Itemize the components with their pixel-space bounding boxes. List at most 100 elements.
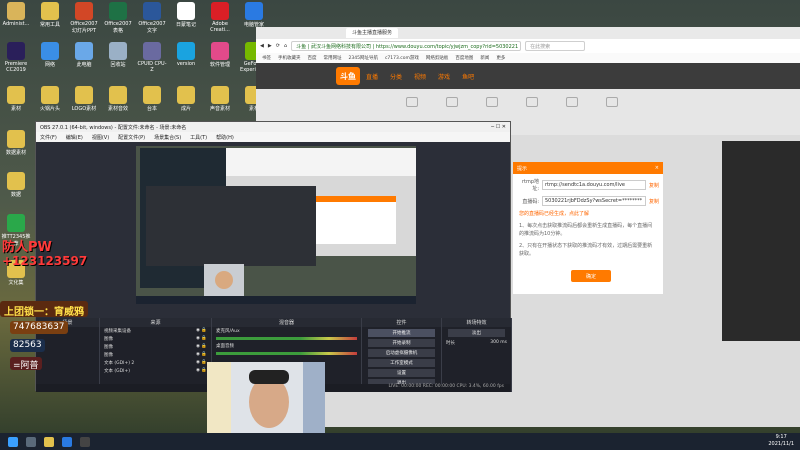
visibility-icon[interactable]: ◉ 🔒 xyxy=(196,336,207,342)
desktop-icon[interactable]: 回收站 xyxy=(102,42,134,68)
clock[interactable]: 9:17 2021/11/1 xyxy=(768,434,794,448)
desktop-icon[interactable]: 常用工具 xyxy=(34,2,66,28)
douyu-menu-icon[interactable] xyxy=(566,97,578,107)
obs-control-button[interactable]: 设置 xyxy=(368,369,435,377)
source-item[interactable]: 图像 ◉ 🔒 xyxy=(100,343,211,351)
obs-icon[interactable] xyxy=(80,436,90,447)
desktop-icon[interactable]: 成片 xyxy=(170,86,202,112)
douyu-nav-item[interactable]: 直播 xyxy=(366,72,378,81)
bookmark-item[interactable]: 网络剪贴板 xyxy=(426,55,449,61)
transition-select[interactable]: 淡出 xyxy=(448,329,505,337)
desktop-icon[interactable]: 台本 xyxy=(136,86,168,112)
desktop-icon[interactable]: 火锅片头 xyxy=(34,86,66,112)
desktop-icon[interactable]: Adobe Creati... xyxy=(204,2,236,33)
bookmark-item[interactable]: 新闻 xyxy=(480,55,489,61)
back-icon[interactable]: ◀ xyxy=(260,43,264,49)
desktop-icon[interactable]: 此电脑 xyxy=(68,42,100,68)
browser-tab[interactable]: 斗鱼主播直播服务 xyxy=(346,28,399,38)
copy-key-button[interactable]: 复制 xyxy=(649,198,659,205)
bookmark-item[interactable]: 更多 xyxy=(496,55,505,61)
douyu-nav-item[interactable]: 游戏 xyxy=(438,72,450,81)
desktop-icon[interactable]: CPUID CPU-Z xyxy=(136,42,168,73)
desktop-icon-label: 日蒙笔记 xyxy=(175,22,196,28)
obs-preview[interactable] xyxy=(136,146,416,304)
source-item[interactable]: 文本 (GDI+) 2 ◉ 🔒 xyxy=(100,359,211,367)
bookmark-item[interactable]: c7173.com游戏 xyxy=(385,55,419,61)
refresh-icon[interactable]: ⟳ xyxy=(276,43,280,49)
browser-icon[interactable] xyxy=(62,436,72,447)
visibility-icon[interactable]: ◉ 🔒 xyxy=(196,328,207,334)
source-item[interactable]: 图像 ◉ 🔒 xyxy=(100,335,211,343)
key-label: 直播码: xyxy=(522,198,539,205)
start-icon[interactable] xyxy=(8,436,18,447)
forward-icon[interactable]: ▶ xyxy=(268,43,272,49)
desktop-icon[interactable]: Office2007 文字 xyxy=(136,2,168,34)
duration-input[interactable]: 300 ms xyxy=(490,340,507,346)
obs-menu-item[interactable]: 配置文件(P) xyxy=(118,134,145,141)
desktop-icon[interactable]: 电脑管家 xyxy=(238,2,270,28)
dialog-warning[interactable]: 您的直播码已经生成，点此了解 xyxy=(519,210,657,218)
window-controls-icon[interactable]: ─ ☐ ✕ xyxy=(491,124,506,130)
obs-control-button[interactable]: 开始录制 xyxy=(368,339,435,347)
close-icon[interactable]: × xyxy=(655,165,659,171)
desktop-icon[interactable]: version xyxy=(170,42,202,67)
douyu-menu-icon[interactable] xyxy=(486,97,498,107)
desktop-icon-label: version xyxy=(176,61,196,67)
obs-menu-item[interactable]: 帮助(H) xyxy=(216,134,234,141)
desktop-icon[interactable]: 日蒙笔记 xyxy=(170,2,202,28)
search-icon[interactable] xyxy=(26,436,36,447)
obs-control-button[interactable]: 工作室模式 xyxy=(368,359,435,367)
douyu-nav-item[interactable]: 鱼吧 xyxy=(462,72,474,81)
source-item[interactable]: 图像 ◉ 🔒 xyxy=(100,351,211,359)
desktop-icon[interactable]: 数据素材 xyxy=(0,130,32,156)
obs-menu-item[interactable]: 视图(V) xyxy=(92,134,109,141)
douyu-nav-item[interactable]: 分类 xyxy=(390,72,402,81)
desktop-icon[interactable]: LOGO素材 xyxy=(68,86,100,112)
douyu-menu-icon[interactable] xyxy=(446,97,458,107)
visibility-icon[interactable]: ◉ 🔒 xyxy=(196,352,207,358)
search-input[interactable]: 在此搜索 xyxy=(525,41,586,51)
douyu-menu-icon[interactable] xyxy=(606,97,618,107)
douyu-menu-icon[interactable] xyxy=(526,97,538,107)
bookmark-item[interactable]: 百度地图 xyxy=(455,55,473,61)
home-icon[interactable]: ⌂ xyxy=(284,43,287,49)
obs-menu-item[interactable]: 编辑(E) xyxy=(66,134,83,141)
visibility-icon[interactable]: ◉ 🔒 xyxy=(196,368,207,374)
bookmark-item[interactable]: 百度 xyxy=(308,55,317,61)
desktop-icon[interactable]: Office2007 幻灯片PPT xyxy=(68,2,100,34)
source-item[interactable]: 视频采集设备 ◉ 🔒 xyxy=(100,327,211,335)
url-input[interactable]: 斗鱼 | 武汉斗鱼网络科技有限公司 | https://www.douyu.co… xyxy=(291,41,522,51)
obs-menu-item[interactable]: 工具(T) xyxy=(190,134,207,141)
desktop-icon[interactable]: 网络 xyxy=(34,42,66,68)
douyu-nav-item[interactable]: 视频 xyxy=(414,72,426,81)
obs-control-button[interactable]: 开始推流 xyxy=(368,329,435,337)
desktop-icon[interactable]: Administ... xyxy=(0,2,32,27)
desktop-icon[interactable]: 素材音效 xyxy=(102,86,134,112)
desktop-icon[interactable]: 声音素材 xyxy=(204,86,236,112)
explorer-icon[interactable] xyxy=(44,436,54,447)
desktop-icon[interactable]: 软件管理 xyxy=(204,42,236,68)
bookmark-item[interactable]: 常用网址 xyxy=(324,55,342,61)
obs-control-button[interactable]: 启动虚拟摄像机 xyxy=(368,349,435,357)
desktop-icon[interactable]: Office2007 表格 xyxy=(102,2,134,34)
desktop-icon[interactable]: 素材 xyxy=(0,86,32,112)
desktop-icon-label: Adobe Creati... xyxy=(210,21,230,33)
douyu-menu-icon[interactable] xyxy=(406,97,418,107)
copy-rtmp-button[interactable]: 复制 xyxy=(649,182,659,189)
rtmp-field[interactable]: rtmp://sendtc1a.douyu.com/live xyxy=(542,180,646,190)
desktop: { "desktop": { "icons": [ {"label": "Adm… xyxy=(0,0,800,450)
visibility-icon[interactable]: ◉ 🔒 xyxy=(196,360,207,366)
source-item[interactable]: 文本 (GDI+) ◉ 🔒 xyxy=(100,367,211,375)
confirm-button[interactable]: 确定 xyxy=(571,270,611,282)
bookmark-item[interactable]: 2345网址导航 xyxy=(349,55,378,61)
obs-menu-item[interactable]: 文件(F) xyxy=(40,134,57,141)
desktop-icon[interactable]: 数据 xyxy=(0,172,32,198)
key-field[interactable]: 5030221rjbFDdzSy?wsSecret=******** xyxy=(542,196,646,206)
bookmark-item[interactable]: 手机收藏夹 xyxy=(278,55,301,61)
bookmark-item[interactable]: 书签 xyxy=(262,55,271,61)
visibility-icon[interactable]: ◉ 🔒 xyxy=(196,344,207,350)
desktop-icon[interactable]: Premiere CC2019 xyxy=(0,42,32,73)
clock-time: 9:17 xyxy=(775,434,787,440)
obs-menu-item[interactable]: 场景集合(S) xyxy=(154,134,181,141)
douyu-logo[interactable]: 斗鱼 xyxy=(336,67,360,85)
